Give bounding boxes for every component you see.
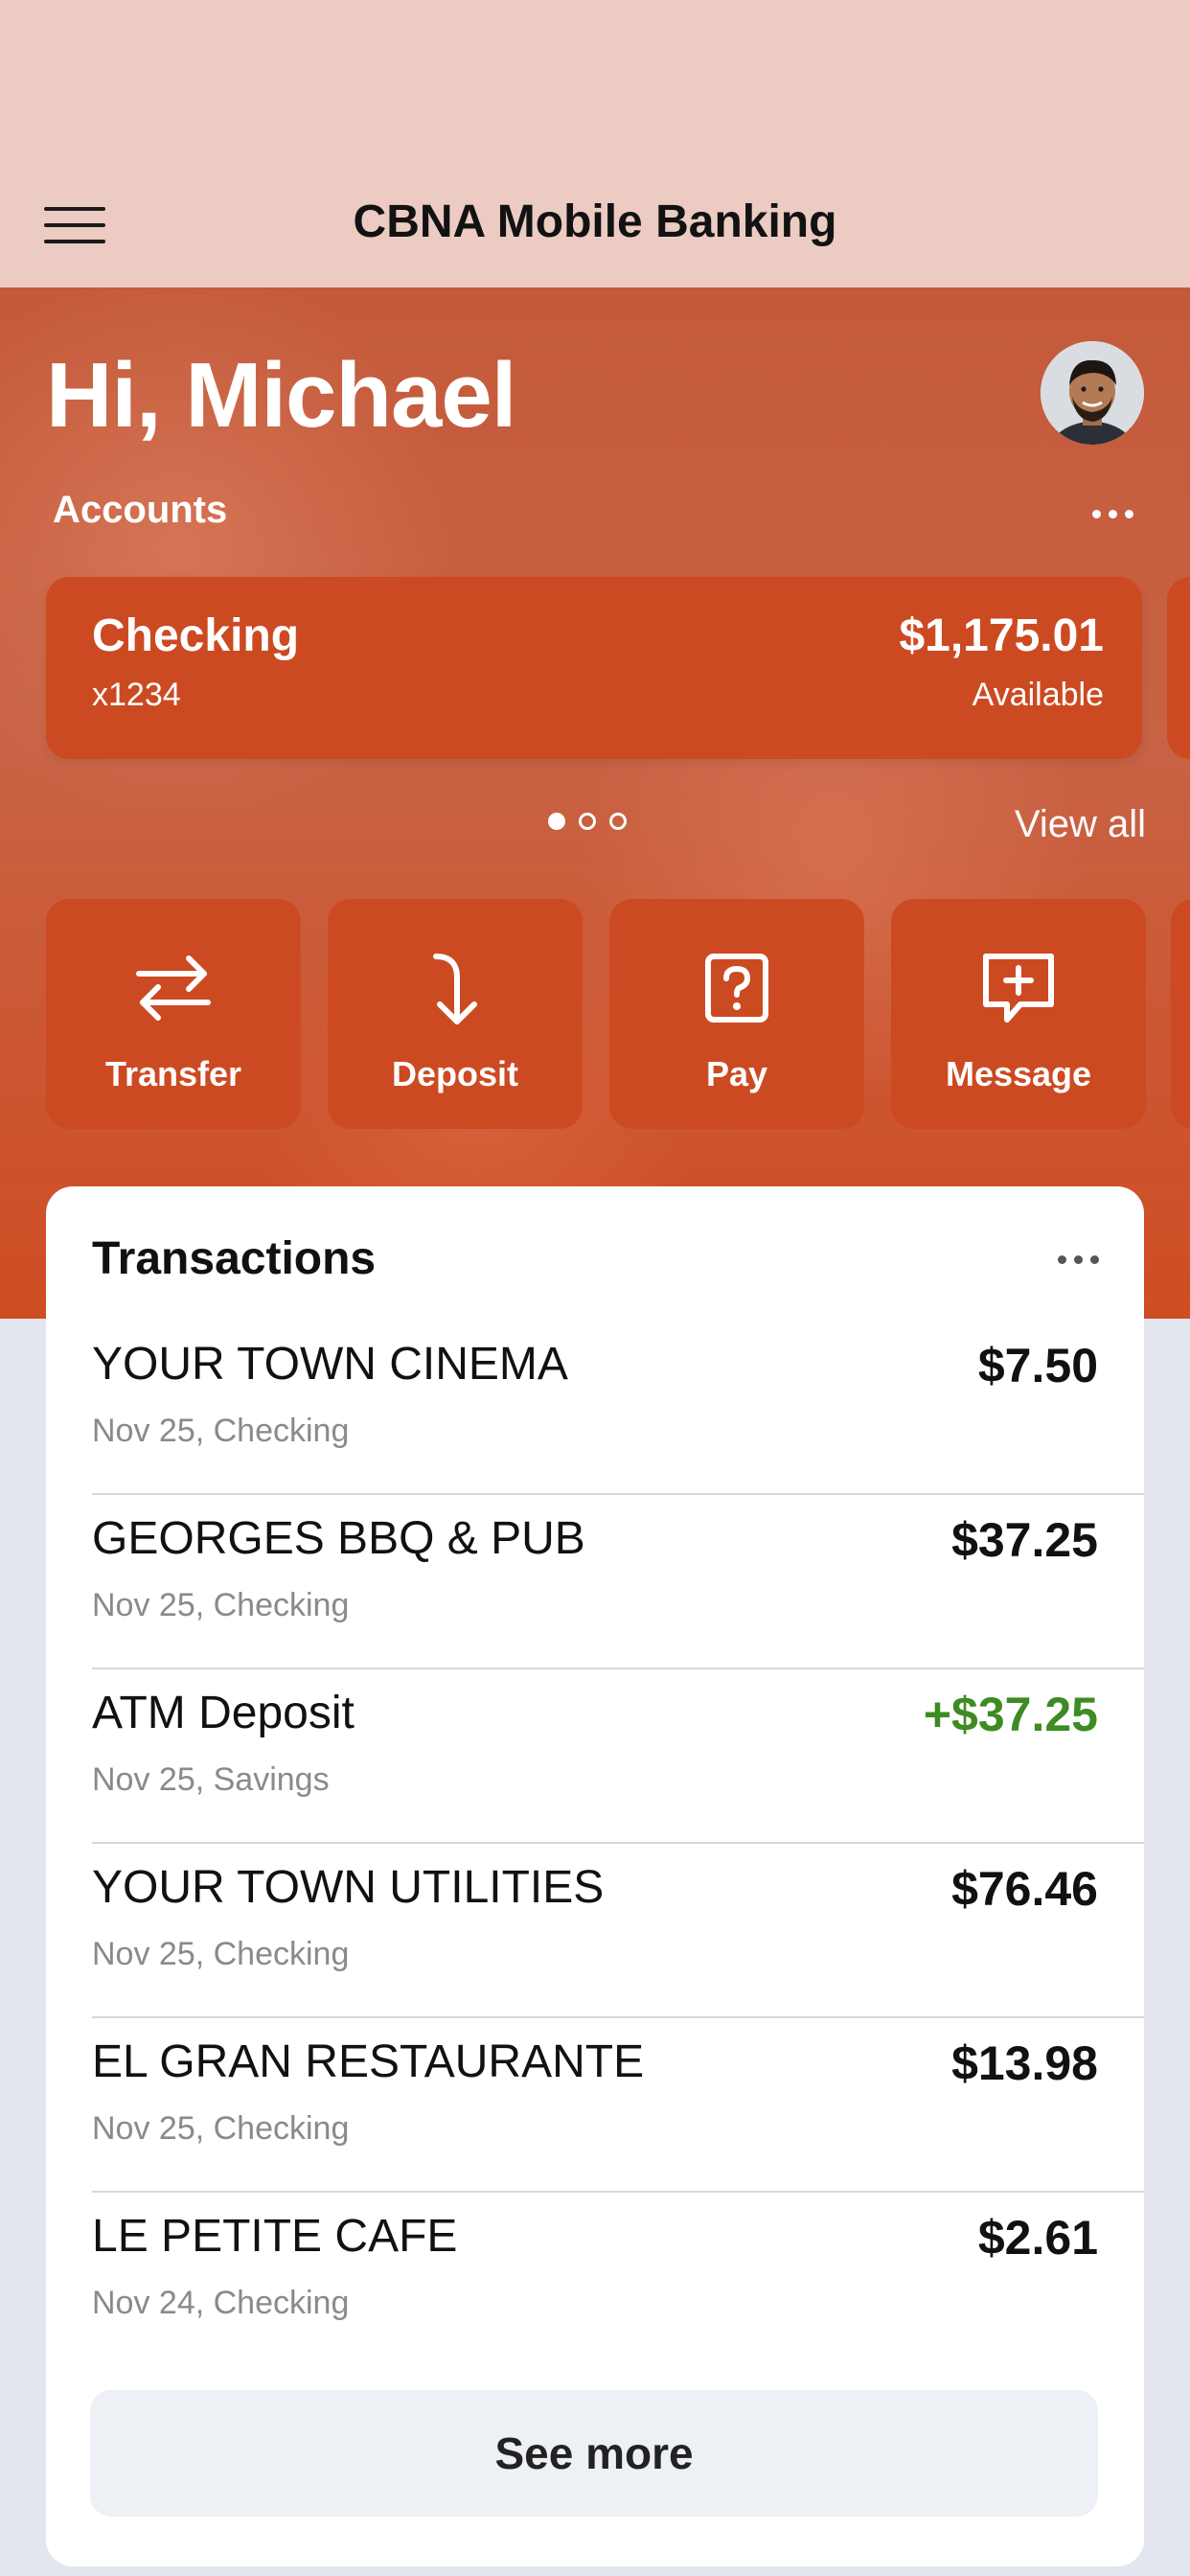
accounts-label: Accounts [53,489,228,531]
greeting-heading: Hi, Michael [46,344,516,447]
transaction-merchant: GEORGES BBQ & PUB [92,1513,585,1564]
balance-caption: Available [972,677,1104,713]
transaction-amount: $76.46 [951,1862,1098,1916]
see-more-button[interactable]: See more [90,2390,1098,2517]
transfer-label: Transfer [104,1054,242,1093]
transactions-card: Transactions YOUR TOWN CINEMA Nov 25, Ch… [46,1186,1144,2566]
transaction-meta: Nov 25, Checking [92,1587,350,1623]
transaction-row[interactable]: EL GRAN RESTAURANTE Nov 25, Checking $13… [92,2018,1144,2193]
checking-account-card[interactable]: Checking x1234 $1,175.01 Available [46,577,1142,759]
transaction-amount: +$37.25 [923,1688,1098,1741]
transaction-amount: $13.98 [951,2036,1098,2090]
transaction-merchant: YOUR TOWN CINEMA [92,1339,568,1390]
message-plus-icon [983,954,1054,1023]
account-balance: $1,175.01 [899,610,1104,661]
transaction-merchant: LE PETITE CAFE [92,2211,458,2262]
message-label: Message [945,1054,1092,1093]
view-all-link[interactable]: View all [1015,803,1146,846]
next-account-card-peek[interactable] [1167,577,1190,759]
pay-question-icon [705,954,768,1023]
pager-dot[interactable] [579,813,596,830]
transaction-meta: Nov 25, Checking [92,2110,350,2147]
transfer-button[interactable]: Transfer [46,899,301,1129]
account-name: Checking [92,610,300,661]
app-title: CBNA Mobile Banking [353,196,837,247]
next-action-peek[interactable] [1171,899,1190,1129]
pay-button[interactable]: Pay [609,899,864,1129]
transaction-meta: Nov 25, Checking [92,1936,350,1972]
deposit-label: Deposit [391,1054,518,1093]
transaction-merchant: YOUR TOWN UTILITIES [92,1862,605,1913]
transaction-row[interactable]: ATM Deposit Nov 25, Savings +$37.25 [92,1669,1144,1844]
profile-photo-icon [1041,341,1144,445]
top-bar: CBNA Mobile Banking [0,0,1190,288]
transaction-meta: Nov 24, Checking [92,2285,350,2321]
message-button[interactable]: Message [891,899,1146,1129]
transaction-row[interactable]: YOUR TOWN CINEMA Nov 25, Checking $7.50 [92,1321,1144,1495]
accounts-more-icon[interactable] [1092,510,1133,518]
deposit-button[interactable]: Deposit [328,899,583,1129]
deposit-arrow-icon [433,954,477,1024]
account-pager[interactable] [548,813,627,830]
transaction-amount: $37.25 [951,1513,1098,1567]
transactions-more-icon[interactable] [1058,1255,1099,1264]
transaction-merchant: EL GRAN RESTAURANTE [92,2036,645,2087]
transactions-title: Transactions [92,1233,377,1284]
pay-label: Pay [705,1054,768,1093]
transfer-arrows-icon [136,955,211,1021]
transactions-list: YOUR TOWN CINEMA Nov 25, Checking $7.50 … [92,1321,1144,2365]
pager-dot[interactable] [609,813,627,830]
transaction-meta: Nov 25, Savings [92,1761,330,1798]
transaction-amount: $7.50 [977,1339,1098,1392]
transaction-merchant: ATM Deposit [92,1688,355,1738]
transaction-row[interactable]: GEORGES BBQ & PUB Nov 25, Checking $37.2… [92,1495,1144,1669]
account-number: x1234 [92,677,181,713]
avatar[interactable] [1041,341,1144,445]
transaction-amount: $2.61 [977,2211,1098,2265]
pager-dot-active[interactable] [548,813,565,830]
transaction-row[interactable]: LE PETITE CAFE Nov 24, Checking $2.61 [92,2193,1144,2365]
transaction-row[interactable]: YOUR TOWN UTILITIES Nov 25, Checking $76… [92,1844,1144,2018]
transaction-meta: Nov 25, Checking [92,1413,350,1449]
